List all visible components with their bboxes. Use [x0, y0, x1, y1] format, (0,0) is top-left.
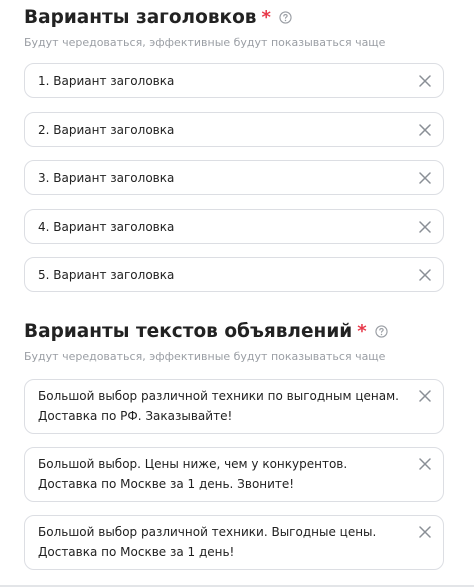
headline-input-value[interactable]: 3. Вариант заголовка: [38, 168, 403, 188]
headline-input-5[interactable]: 5. Вариант заголовка: [24, 257, 444, 292]
close-icon[interactable]: [416, 121, 434, 139]
headline-input-4[interactable]: 4. Вариант заголовка: [24, 209, 444, 244]
close-icon[interactable]: [416, 523, 434, 541]
ad-text-input-value[interactable]: Большой выбор различной техники по выгод…: [38, 386, 403, 426]
ad-variants-form: Варианты заголовков * Будут чередоваться…: [0, 0, 474, 587]
ad-text-input-2[interactable]: Большой выбор. Цены ниже, чем у конкурен…: [24, 447, 444, 502]
headline-input-value[interactable]: 4. Вариант заголовка: [38, 217, 403, 237]
headline-input-3[interactable]: 3. Вариант заголовка: [24, 160, 444, 195]
close-icon[interactable]: [416, 72, 434, 90]
close-icon[interactable]: [416, 387, 434, 405]
ad-text-input-value[interactable]: Большой выбор. Цены ниже, чем у конкурен…: [38, 454, 403, 494]
close-icon[interactable]: [416, 266, 434, 284]
ad-text-input-value[interactable]: Большой выбор различной техники. Выгодны…: [38, 522, 403, 562]
ad-texts-section-title: Варианты текстов объявлений *: [24, 321, 388, 342]
close-icon[interactable]: [416, 455, 434, 473]
headline-input-1[interactable]: 1. Вариант заголовка: [24, 63, 444, 98]
close-icon[interactable]: [416, 218, 434, 236]
ad-text-input-3[interactable]: Большой выбор различной техники. Выгодны…: [24, 515, 444, 570]
headlines-section-title: Варианты заголовков *: [24, 7, 292, 28]
required-mark: *: [357, 321, 367, 342]
question-circle-icon[interactable]: [279, 11, 292, 24]
required-mark: *: [261, 7, 271, 28]
headline-input-2[interactable]: 2. Вариант заголовка: [24, 112, 444, 147]
headline-input-value[interactable]: 1. Вариант заголовка: [38, 71, 403, 91]
question-circle-icon[interactable]: [375, 325, 388, 338]
ad-texts-title-text: Варианты текстов объявлений: [24, 321, 353, 342]
headline-input-value[interactable]: 2. Вариант заголовка: [38, 120, 403, 140]
headlines-title-text: Варианты заголовков: [24, 7, 257, 28]
close-icon[interactable]: [416, 169, 434, 187]
ad-text-input-1[interactable]: Большой выбор различной техники по выгод…: [24, 379, 444, 434]
headline-input-value[interactable]: 5. Вариант заголовка: [38, 265, 403, 285]
ad-texts-hint: Будут чередоваться, эффективные будут по…: [24, 350, 386, 363]
headlines-hint: Будут чередоваться, эффективные будут по…: [24, 36, 386, 49]
